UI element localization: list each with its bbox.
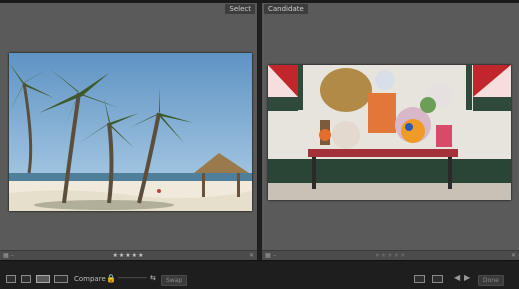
previous-arrow-icon[interactable]: ◀	[454, 273, 460, 282]
select-rating[interactable]: ★★★★★	[113, 251, 145, 260]
grid-view-icon[interactable]	[6, 275, 16, 283]
close-icon[interactable]: ✕	[511, 252, 516, 259]
sync-icon[interactable]: ⇆	[150, 274, 156, 282]
survey-view-icon[interactable]	[54, 275, 68, 283]
candidate-label: Candidate	[264, 4, 308, 14]
minus-icon[interactable]: –	[273, 252, 276, 259]
select-pane-footer: ▦ – ★★★★★ ✕	[0, 250, 257, 260]
select-photo[interactable]	[9, 53, 252, 211]
next-arrow-icon[interactable]: ▶	[464, 273, 470, 282]
grid-icon[interactable]: ▦	[265, 252, 271, 259]
grid-icon[interactable]: ▦	[3, 252, 9, 259]
select-pane[interactable]: Select ▦ – ★★★★★ ✕	[0, 3, 258, 260]
compare-label: Compare :	[74, 275, 111, 283]
candidate-pane[interactable]: Candidate ▦ – ★★★★★ ✕	[261, 3, 519, 260]
close-icon[interactable]: ✕	[249, 252, 254, 259]
loupe-view-icon[interactable]	[21, 275, 31, 283]
swap-button[interactable]: Swap	[161, 275, 188, 286]
done-button[interactable]: Done	[478, 275, 504, 286]
bottom-toolbar: Compare : 🔒 ──────── ⇆ Swap ◀ ▶ Done	[0, 260, 519, 289]
compare-view-icon[interactable]	[36, 275, 50, 283]
zoom-slider-track[interactable]: ────────	[118, 275, 147, 282]
candidate-pane-footer: ▦ – ★★★★★ ✕	[262, 250, 519, 260]
bench-toys-image	[268, 65, 511, 200]
make-select-icon[interactable]	[432, 275, 443, 283]
lock-icon[interactable]: 🔒	[106, 274, 116, 283]
candidate-photo[interactable]	[268, 65, 511, 200]
select-label: Select	[225, 4, 255, 14]
minus-icon[interactable]: –	[11, 252, 14, 259]
candidate-rating[interactable]: ★★★★★	[375, 251, 407, 260]
beach-palms-image	[9, 53, 252, 211]
swap-icon[interactable]	[414, 275, 425, 283]
